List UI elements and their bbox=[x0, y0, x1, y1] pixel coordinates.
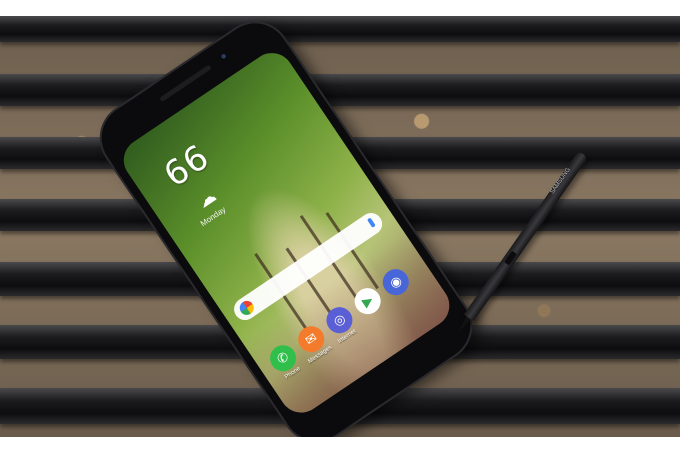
app-icon-play-store[interactable]: ▶ bbox=[349, 283, 386, 320]
phone-icon: ✆ bbox=[274, 348, 292, 368]
mic-icon[interactable] bbox=[366, 217, 376, 228]
internet-icon: ◎ bbox=[330, 310, 349, 330]
camera-icon: ◉ bbox=[386, 272, 405, 292]
bench-slat bbox=[0, 74, 680, 106]
messages-icon: ✉ bbox=[302, 329, 320, 349]
front-camera bbox=[217, 50, 230, 63]
play-store-icon: ▶ bbox=[359, 291, 376, 310]
bench-slat bbox=[0, 16, 680, 42]
photo: 66 ☁ Monday ✆ Phone ✉ Messages ◎ Interne… bbox=[0, 16, 680, 437]
app-icon-camera[interactable]: ◉ bbox=[377, 264, 414, 301]
google-icon bbox=[237, 298, 257, 318]
